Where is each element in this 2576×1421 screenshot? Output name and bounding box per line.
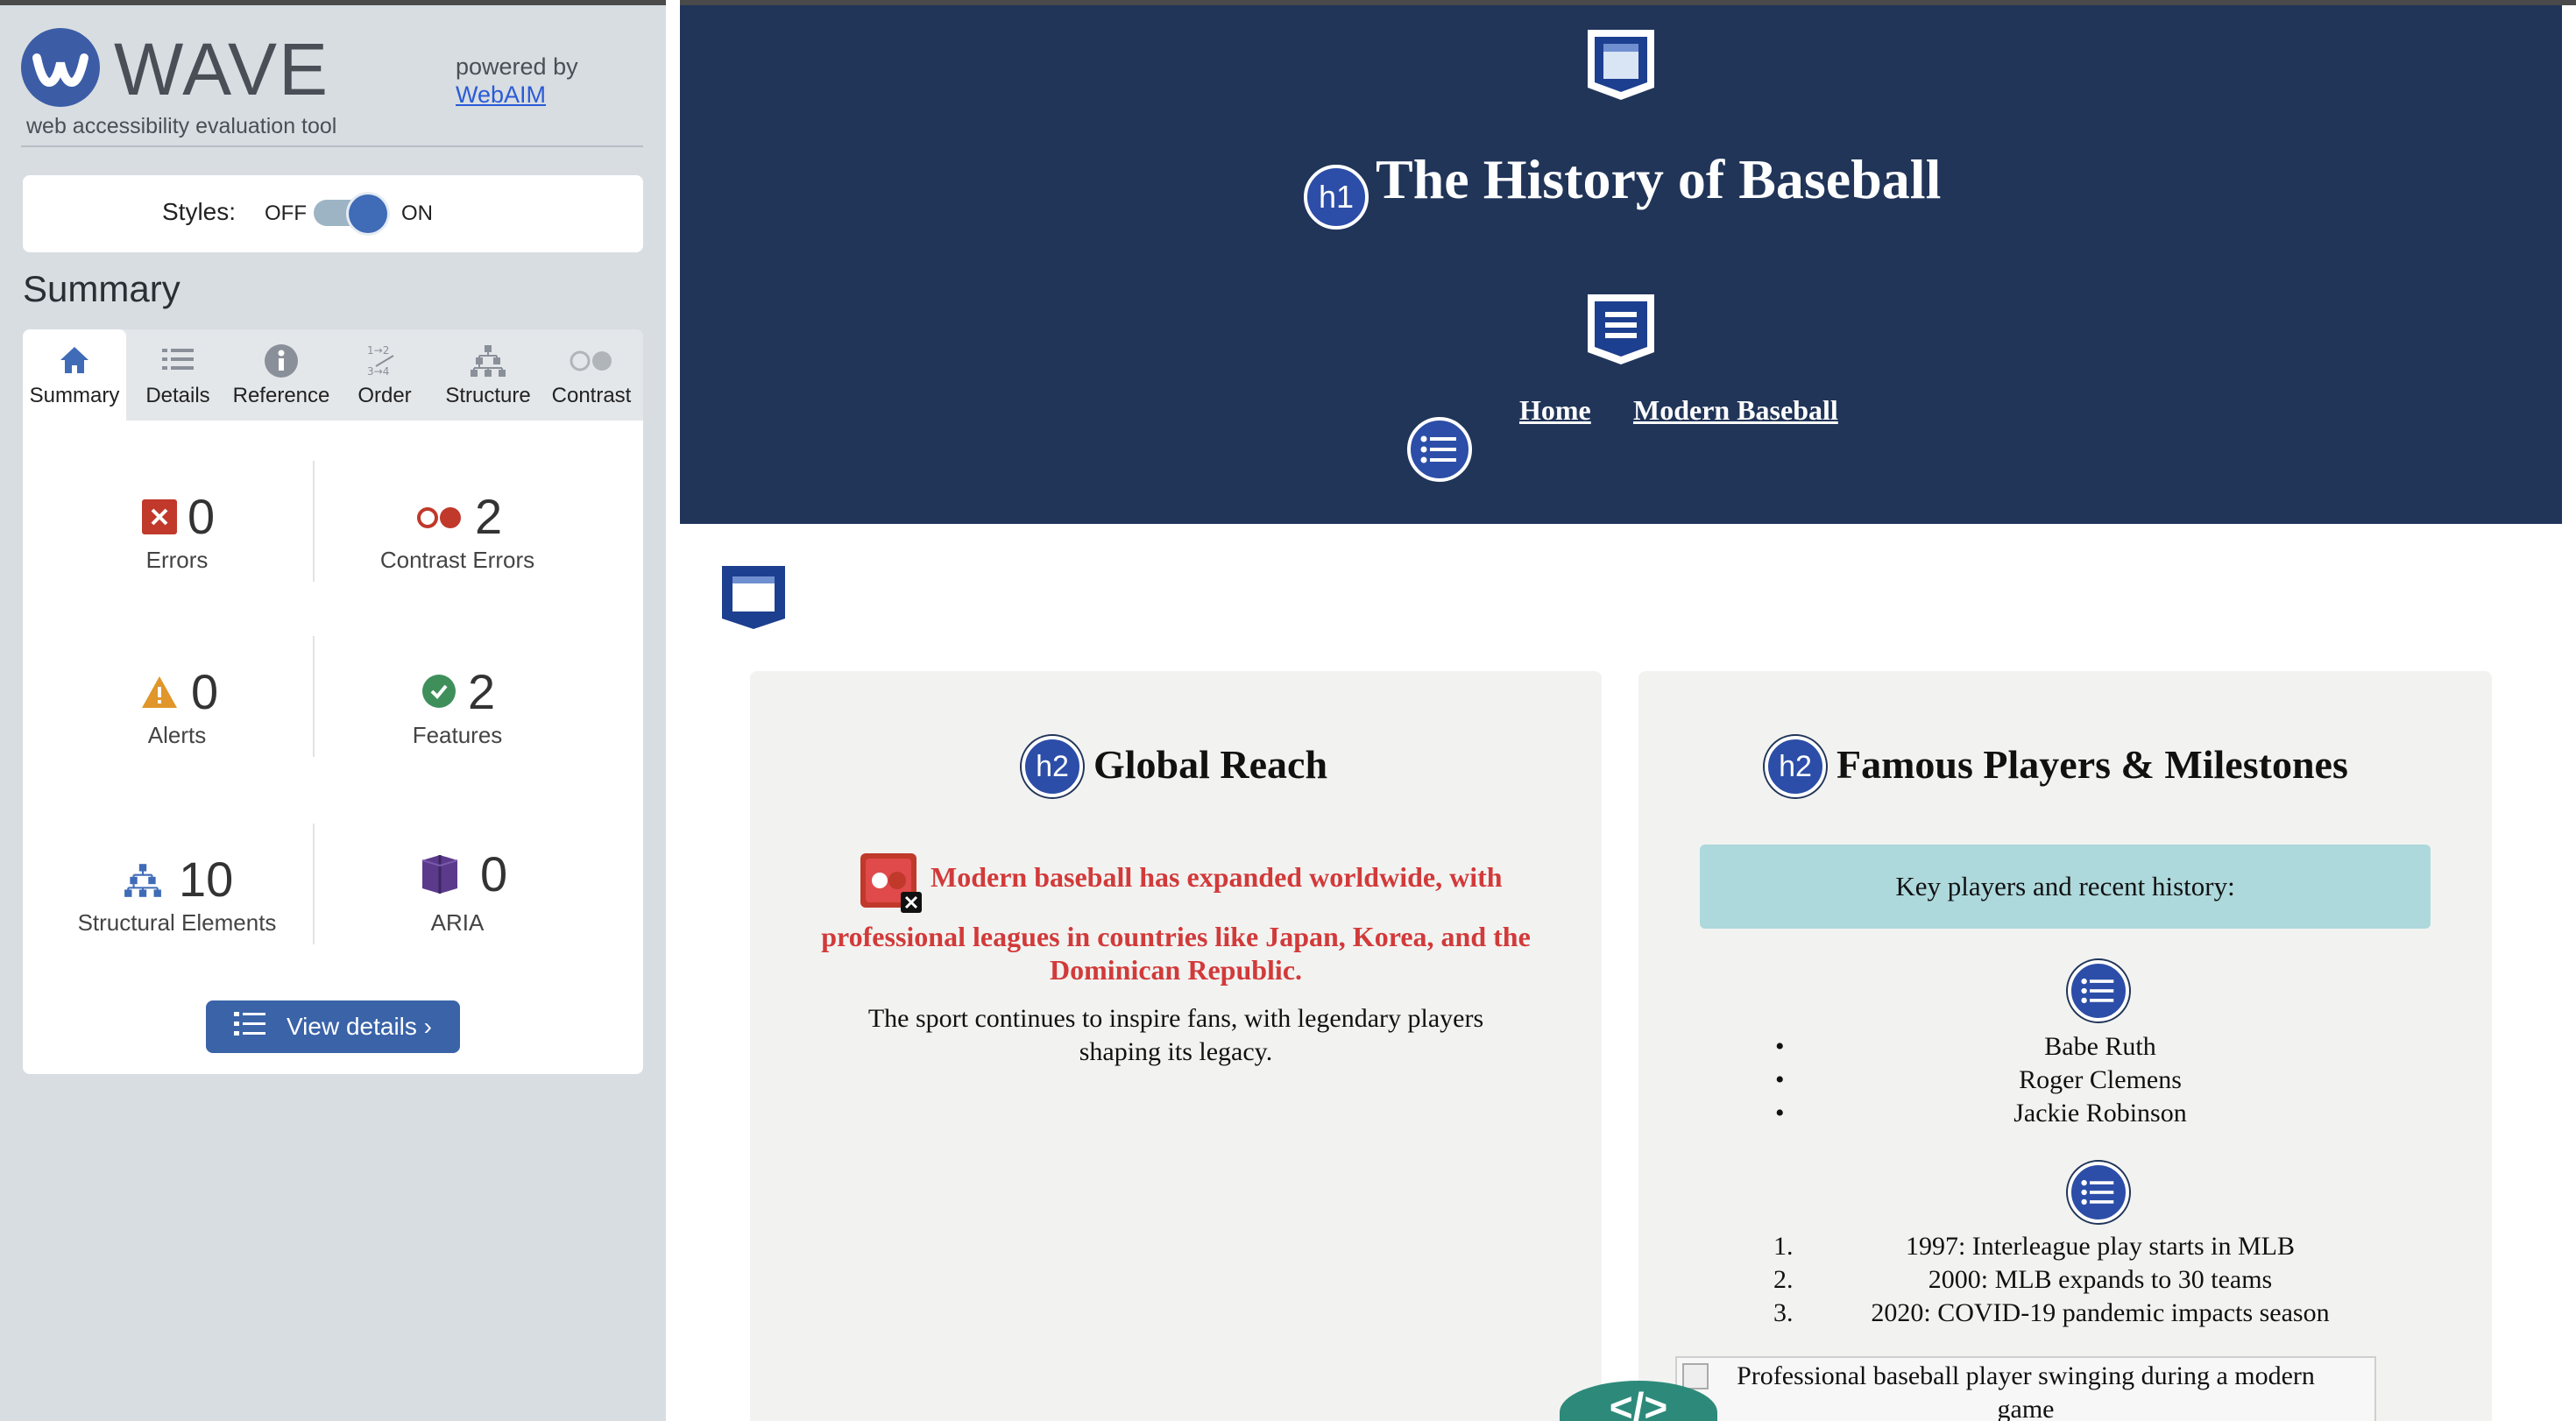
key-players-box: Key players and recent history: [1700,845,2431,929]
feature-icon [422,675,456,708]
styles-label: Styles: [162,198,237,225]
wave-logo-text: WAVE [114,28,330,110]
stat-divider [313,824,315,944]
features-count: 2 [468,664,496,719]
powered-by-text: powered by [456,53,578,80]
header-landmark-icon[interactable] [1584,26,1658,102]
tab-order-label: Order [357,384,412,407]
contrast-error-icon [415,505,464,531]
view-details-button[interactable]: View details › [206,1000,460,1053]
order-icon: 1→2 3→4 [333,342,436,380]
svg-text:3→4: 3→4 [367,365,389,378]
contrast-error-marker-icon[interactable] [859,852,924,915]
list-item: 2020: COVID-19 pandemic impacts season [1871,1298,2330,1327]
nav-link-modern-baseball[interactable]: Modern Baseball [1633,394,1838,427]
nav-list-icon[interactable] [1407,417,1472,482]
tab-reference-label: Reference [232,384,330,407]
sidebar-gutter [666,0,680,1421]
list-item: Roger Clemens [2019,1065,2182,1094]
broken-image: Professional baseball player swinging du… [1675,1356,2376,1421]
structure-elements-icon [123,862,163,899]
famous-players-heading: Famous Players & Milestones [1836,742,2348,787]
tab-reference[interactable]: Reference [230,329,333,421]
webaim-link[interactable]: WebAIM [456,81,546,108]
tab-contrast-label: Contrast [551,384,632,407]
tab-details[interactable]: Details [126,329,230,421]
contrast-errors-count: 2 [475,489,503,544]
home-icon [23,342,126,380]
ordered-marker: 3. [1773,1298,1794,1327]
broken-image-icon [1682,1363,1709,1389]
ordered-marker: 2. [1773,1265,1794,1294]
navigation-landmark-icon[interactable] [1584,291,1658,366]
tab-details-label: Details [145,384,210,407]
ordered-marker: 1. [1773,1232,1794,1261]
errors-label: Errors [145,547,209,573]
stat-divider [313,461,315,582]
aria-count: 0 [480,846,508,901]
page-title: The History of Baseball [1376,148,1942,210]
contrast-errors-label: Contrast Errors [379,547,535,573]
structural-label: Structural Elements [77,909,277,936]
global-reach-red-line-3: Dominican Republic. [1049,954,1303,986]
styles-off-label: OFF [265,201,307,225]
tab-structure[interactable]: Structure [436,329,540,421]
aria-label: ARIA [430,909,485,936]
tab-summary[interactable]: Summary [23,329,126,421]
view-details-label: View details › [286,1013,432,1040]
global-reach-body-line-2: shaping its legacy. [1079,1037,1273,1066]
svg-text:1→2: 1→2 [367,344,389,357]
global-reach-red-line-2: professional leagues in countries like J… [821,921,1531,952]
structural-count: 10 [179,852,234,907]
info-icon [230,342,333,380]
sidebar-divider [21,145,643,147]
structure-icon [436,342,540,380]
list-item: 1997: Interleague play starts in MLB [1905,1232,2296,1261]
list-icon [233,1010,265,1044]
nav-link-home[interactable]: Home [1519,394,1591,427]
wave-logo-icon [21,28,100,107]
wave-subtitle: web accessibility evaluation tool [26,114,337,138]
global-reach-body-line-1: The sport continues to inspire fans, wit… [867,1004,1484,1033]
contrast-icon [540,342,643,380]
tab-structure-label: Structure [445,384,531,407]
features-label: Features [412,722,503,748]
list-item: Jackie Robinson [2013,1099,2187,1128]
error-icon [142,499,177,534]
powered-by: powered by WebAIM [456,53,578,109]
bullet-marker: • [1775,1065,1785,1094]
main-landmark-icon[interactable] [720,564,787,631]
image-alt-line-1: Professional baseball player swinging du… [1737,1361,2315,1390]
summary-heading: Summary [23,268,180,309]
list-item: 2000: MLB expands to 30 teams [1928,1265,2273,1294]
image-alt-line-2: game [1997,1395,2055,1421]
global-reach-heading: Global Reach [1093,742,1328,787]
styles-on-label: ON [401,201,433,225]
aria-icon [419,853,461,895]
alerts-label: Alerts [147,722,207,748]
h1-badge-icon[interactable]: h1 [1304,165,1369,230]
alert-icon [140,675,179,710]
alerts-count: 0 [191,664,219,719]
h2-badge-icon[interactable]: h2 [1022,736,1083,797]
list-item: Babe Ruth [2044,1032,2156,1061]
styles-toggle-knob[interactable] [349,194,387,233]
errors-count: 0 [188,489,216,544]
stat-divider [313,636,315,757]
tab-order[interactable]: 1→2 3→4 Order [333,329,436,421]
details-list-icon [126,342,230,380]
unordered-list-icon[interactable] [2068,960,2129,1022]
h2-badge-icon[interactable]: h2 [1765,736,1826,797]
bullet-marker: • [1775,1032,1785,1061]
bullet-marker: • [1775,1099,1785,1128]
ordered-list-icon[interactable] [2068,1162,2129,1223]
tab-summary-label: Summary [29,384,120,407]
global-reach-red-line-1: Modern baseball has expanded worldwide, … [931,861,1503,893]
tab-contrast[interactable]: Contrast [540,329,643,421]
